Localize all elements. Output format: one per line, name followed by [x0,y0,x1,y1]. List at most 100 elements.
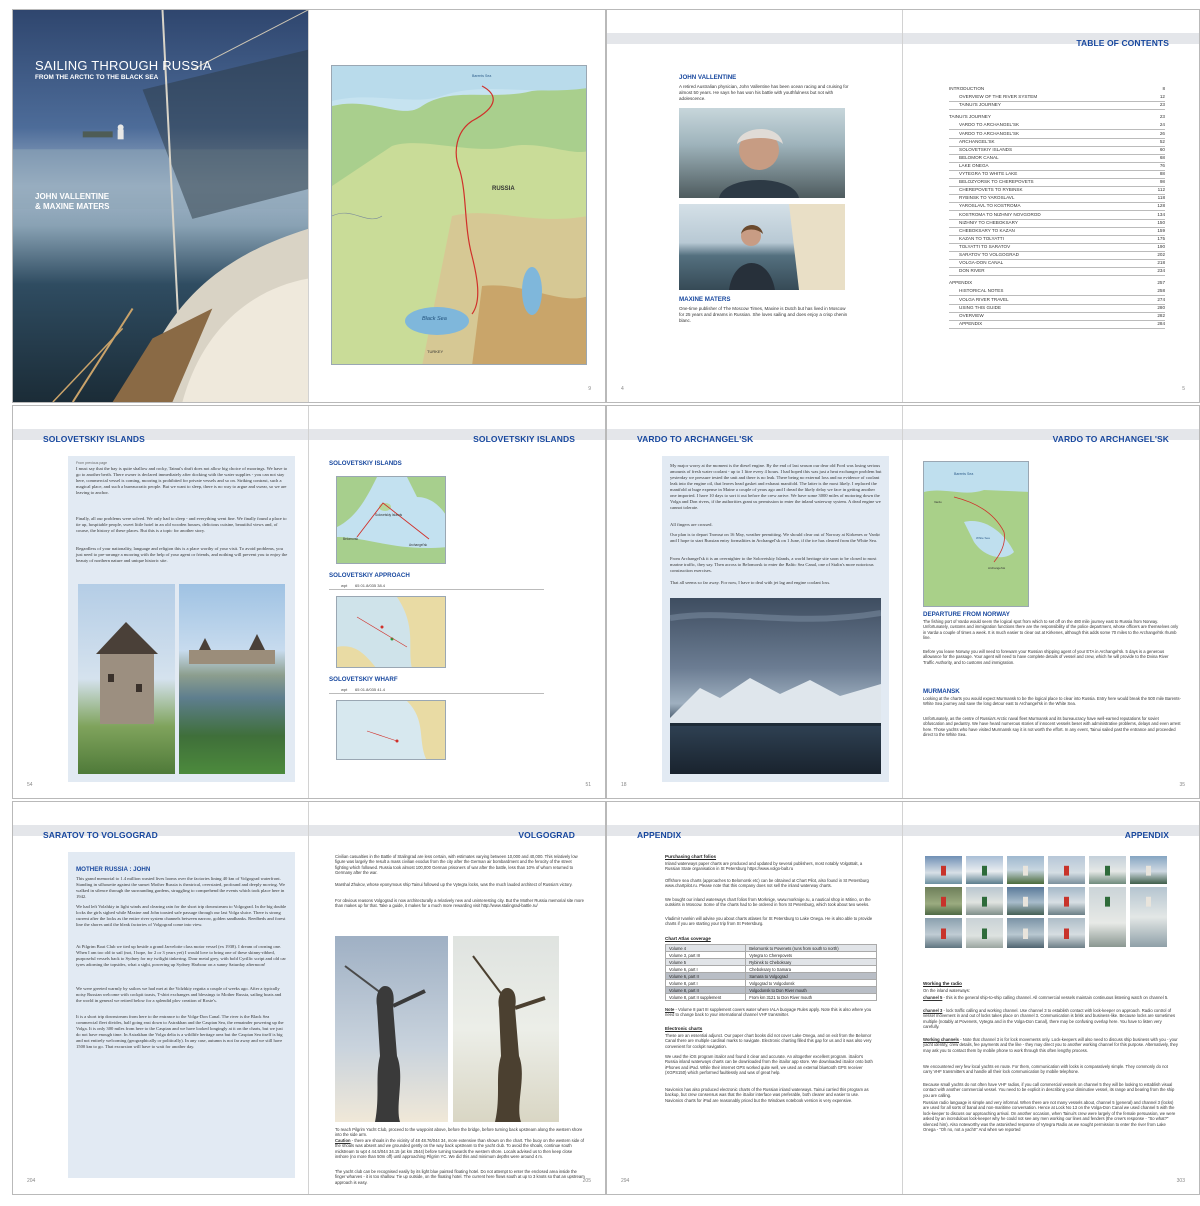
toc-entry-page: 118 [1157,195,1165,201]
toc-entry-label: INTRODUCTION [949,86,985,91]
kremlin-illustration [189,634,275,664]
volume-cell: Volume 8, part I [664,979,747,987]
coverage-cell: Volgograd to Volgodonsk [745,979,877,987]
spread-volgograd[interactable]: SARATOV TO VOLGOGRAD MOTHER RUSSIA : JOH… [12,801,606,1195]
spread-solovetskiy[interactable]: SOLOVETSKIY ISLANDS From previous page I… [12,405,606,799]
solovetskiy-text-page: SOLOVETSKIY ISLANDS From previous page I… [13,406,309,798]
toc-entry[interactable]: INTRODUCTION 8 [949,86,1165,94]
murmansk-text-1: Looking at the charts you would expect M… [923,696,1181,707]
coverage-cell: Belomorsk to Povenets (runs from south t… [745,944,877,952]
solovetskiy-approach-chart[interactable] [336,596,446,668]
russia-overview-map[interactable]: Barents Sea RUSSIA Black Sea TURKEY [331,65,587,365]
toc-entry[interactable]: YAROSLAVL TO KOSTROMA 128 [949,203,1165,212]
story-paragraph-2: We had left Volzhkiy in light winds and … [76,904,287,927]
spread-authors-toc[interactable]: JOHN VALLENTINE A retired Australian phy… [606,9,1200,403]
toc-entry-page: 175 [1157,235,1165,241]
kremlin-lake-photo [179,584,285,774]
toc-entry[interactable]: KAZAN TO TOLYATTI 175 [949,236,1165,244]
departure-text-2: Before you leave Norway you will need to… [923,649,1169,665]
toc-entry[interactable]: CHEREPOVETS TO RYBINSK 112 [949,187,1165,196]
murmansk-text-2: Unfortunately, as the centre of Russia's… [923,716,1181,738]
toc-entry-label: BELOZYORSK TO CHEREPOVETS [959,179,1034,185]
section-solovetskiy-wharf: SOLOVETSKIY WHARF [329,676,398,683]
toc-entry-page: 202 [1157,252,1165,257]
volume-cell: Volume 5 [664,958,747,966]
map-label-belomorsk: Belomorsk [343,537,359,541]
toc-entry-label: DON RIVER [959,268,985,274]
map-terrain [332,66,586,364]
purchasing-heading: Purchasing chart folios [665,854,717,859]
toc-entry[interactable]: BELOZYORSK TO CHEREPOVETS 98 [949,179,1165,188]
toc-entry-label: RYBINSK TO YAROSLAVL [959,195,1015,201]
spread-cover[interactable]: SAILING THROUGH RUSSIA FROM THE ARCTIC T… [12,9,606,403]
toc-entry[interactable]: CHEBOKSARY TO KAZAN 159 [949,228,1165,236]
toc-entry[interactable]: VOLGA RIVER TRAVEL 274 [949,297,1165,305]
cover-subtitle: FROM THE ARCTIC TO THE BLACK SEA [35,74,159,81]
vardo-guide-page: VARDO TO ARCHANGEL'SK Barents Sea Vardo … [903,406,1199,798]
page-number-left: 204 [27,1178,36,1184]
radio-paragraph-3: Russian radio language is simple and ver… [923,1100,1176,1133]
toc-entry[interactable]: LAKE ONEGA 76 [949,163,1165,171]
mother-russia-photo-1 [335,936,448,1122]
toc-entry[interactable]: SARATOV TO VOLGOGRAD 202 [949,252,1165,260]
toc-entry-page: 282 [1157,312,1165,318]
buoy-photo [1130,887,1167,947]
electronic-charts-heading: Electronic charts [665,1026,703,1031]
toc-entry[interactable]: BELOMOR CANAL 68 [949,155,1165,163]
maxine-maters-photo [679,204,845,290]
bio-2-text: One-time publisher of The Moscow Times, … [679,306,848,323]
toc-entry[interactable]: SOLOVETSKIY ISLANDS 60 [949,147,1165,155]
portrait-illustration [719,128,799,198]
solovetskiy-wharf-chart[interactable] [336,700,446,760]
toc-entry[interactable]: VARDO TO ARCHANGEL'SK 24 [949,122,1165,131]
toc-entry-page: 284 [1157,320,1165,326]
toc-entry[interactable]: TAINUI'S JOURNEY 23 [949,114,1165,122]
running-head-right: SOLOVETSKIY ISLANDS [473,434,575,444]
buoy-photo [1089,856,1126,884]
purchasing-p1: Inland waterways paper charts are produc… [665,861,863,872]
toc-entry[interactable]: USING THIS GUIDE 280 [949,305,1165,313]
toc-entry[interactable]: KOSTROMA TO NIZHNIY NOVGOROD 134 [949,212,1165,220]
buoy-photo [925,918,962,948]
toc-entry-label: KOSTROMA TO NIZHNIY NOVGOROD [959,211,1041,217]
toc-entry[interactable]: HISTORICAL NOTES 258 [949,288,1165,297]
toc-entry[interactable]: OVERVIEW OF THE RIVER SYSTEM 12 [949,94,1165,103]
toc-entry-page: 159 [1157,227,1165,233]
buoy-icon [1023,928,1028,939]
toc-entry[interactable]: DON RIVER 234 [949,268,1165,277]
story-paragraph-2: Finally, all our problems were solved. W… [76,516,287,533]
buoy-icon [1105,865,1110,876]
toc-entry-page: 128 [1157,203,1165,209]
vardo-route-map[interactable]: Barents Sea Vardo White Sea Archangel'sk [923,461,1029,607]
buoy-icon [982,896,987,907]
radio-paragraph-1: We encountered very few local yachts en … [923,1064,1168,1075]
table-row: Volume 6, part II Samara to Volgograd [664,972,877,980]
story-paragraph-1: This grand memorial to 1.4 million waste… [76,876,286,899]
toc-entry[interactable]: OVERVIEW 282 [949,313,1165,321]
coverage-cell: From km 3121 to Don River mouth [745,993,877,1001]
toc-entry[interactable]: TOLYATTI TO SARATOV 190 [949,244,1165,252]
buoy-photo [966,887,1003,915]
buoy-photo [1048,887,1085,915]
running-head-right: APPENDIX [1124,830,1169,840]
toc-entry-label: APPENDIX [959,320,983,326]
toc-entry[interactable]: ARCHANGEL'SK 52 [949,139,1165,147]
page-number-left: 294 [621,1178,630,1184]
solovetskiy-islands-map[interactable]: Solovetskiy Islands Belomorsk Archangel'… [336,476,446,564]
wharf-chart-drawing [366,701,445,759]
channel-3-text: - lock traffic calling and working chann… [923,1008,1176,1030]
spread-vardo[interactable]: VARDO TO ARCHANGEL'SK My major worry at … [606,405,1200,799]
table-row: Volume 8, part II supplement From km 3121… [664,993,877,1001]
toc-entry[interactable]: VYTEGRA TO WHITE LAKE 88 [949,171,1165,179]
caution-label: Caution [335,1138,351,1143]
toc-entry[interactable]: VARDO TO ARCHANGEL'SK 26 [949,131,1165,139]
toc-entry[interactable]: NIZHNIY TO CHEBOKSARY 150 [949,220,1165,228]
toc-entry[interactable]: APPENDIX 257 [949,280,1165,288]
spread-appendix[interactable]: APPENDIX Purchasing chart folios Inland … [606,801,1200,1195]
authors-page: JOHN VALLENTINE A retired Australian phy… [607,10,903,402]
buoy-photo [1007,918,1044,948]
toc-entry[interactable]: APPENDIX 284 [949,321,1165,329]
toc-entry[interactable]: RYBINSK TO YAROSLAVL 118 [949,195,1165,204]
toc-entry[interactable]: VOLGA-DON CANAL 218 [949,260,1165,269]
toc-entry[interactable]: TAINUI'S JOURNEY 23 [949,102,1165,111]
